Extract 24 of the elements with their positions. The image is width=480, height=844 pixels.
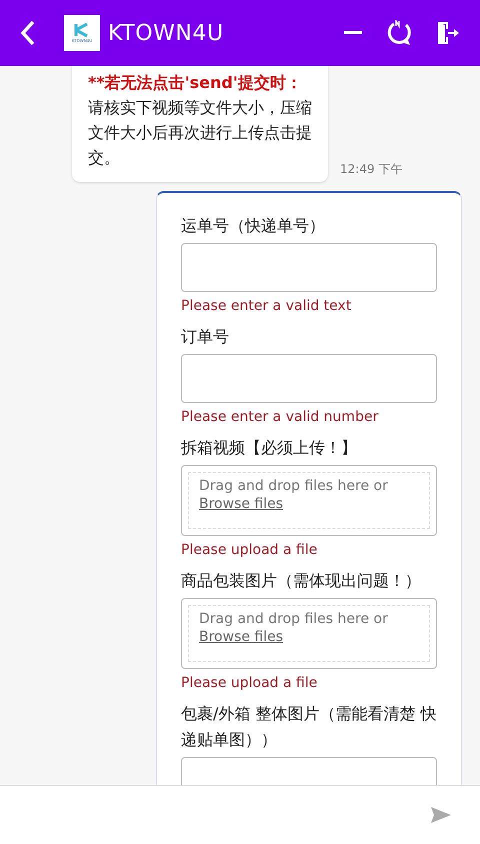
drop-prompt: Drag and drop files here or (199, 610, 389, 628)
back-icon[interactable] (20, 20, 36, 46)
drop-prompt: Drag and drop files here or (199, 477, 389, 495)
minimize-icon[interactable] (344, 31, 362, 35)
error-message: Please upload a file (181, 674, 318, 693)
error-message: Please enter a valid number (181, 408, 380, 427)
field-label: 包裹/外箱 整体图片（需能看清楚 快递贴单图）） (181, 703, 437, 751)
refresh-icon[interactable] (386, 20, 412, 46)
file-drop-zone[interactable]: Drag and drop files here or Browse files (181, 465, 437, 536)
error-message: Please upload a file (181, 541, 318, 560)
chat-title: KTOWN4U (108, 20, 224, 48)
field-label: 商品包装图片（需体现出问题！） (181, 570, 422, 592)
field-label: 订单号 (181, 326, 230, 348)
input-field[interactable] (181, 243, 437, 292)
browse-files-link[interactable]: Browse files (199, 629, 284, 645)
field-label: 拆箱视频【必须上传！】 (181, 437, 358, 459)
message-time: 12:49 下午 (340, 161, 402, 178)
file-drop-zone[interactable]: Drag and drop files here or Browse files (181, 598, 437, 669)
error-message: Please enter a valid text (181, 297, 352, 316)
message-text: **若无法点击'send'提交时： 请核实下视频等文件大小，压缩文件大小后再次进行上传点击提交。 (88, 72, 313, 169)
field-label: 运单号（快递单号） (181, 215, 326, 237)
browse-files-link[interactable]: Browse files (199, 496, 284, 512)
input-field[interactable] (181, 354, 437, 403)
exit-door-icon[interactable] (436, 21, 460, 45)
